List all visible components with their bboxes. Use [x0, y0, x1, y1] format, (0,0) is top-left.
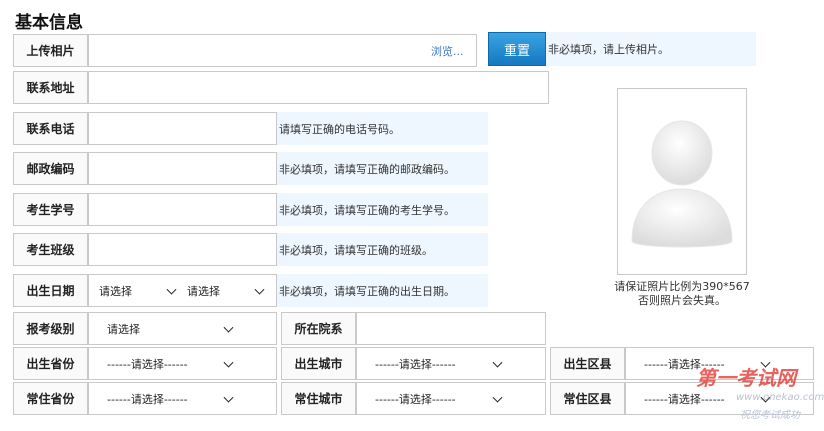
photo-upload-hint: 非必填项，请上传相片。: [546, 32, 756, 66]
chevron-down-icon: [492, 392, 503, 403]
address-input[interactable]: [88, 71, 549, 104]
watermark-slogan: 祝您考试成功: [740, 410, 800, 421]
address-label: 联系地址: [13, 71, 88, 104]
student-no-hint: 非必填项，请填写正确的考生学号。: [277, 193, 488, 226]
birth-province-label: 出生省份: [13, 347, 88, 380]
exam-level-value: 请选择: [107, 322, 140, 336]
chevron-down-icon: [166, 284, 177, 295]
home-district-value: ------请选择------: [644, 392, 725, 406]
phone-input[interactable]: [88, 112, 277, 145]
watermark-url: www.onekao.com: [736, 392, 824, 403]
birth-month-value: 请选择: [187, 284, 220, 298]
phone-label: 联系电话: [13, 112, 88, 145]
birth-province-value: ------请选择------: [107, 357, 188, 371]
postcode-label: 邮政编码: [13, 152, 88, 185]
chevron-down-icon: [223, 357, 234, 368]
chevron-down-icon: [254, 284, 265, 295]
birth-year-select[interactable]: 请选择: [99, 275, 185, 306]
photo-note-line1: 请保证照片比例为390*567: [614, 280, 750, 293]
photo-note: 请保证照片比例为390*567 否则照片会失真。: [596, 280, 768, 308]
birth-month-select[interactable]: 请选择: [187, 275, 273, 306]
chevron-down-icon: [223, 392, 234, 403]
class-hint: 非必填项，请填写正确的班级。: [277, 233, 488, 266]
birth-city-value: ------请选择------: [375, 357, 456, 371]
college-input[interactable]: [356, 312, 546, 345]
home-province-select[interactable]: ------请选择------: [88, 382, 277, 415]
college-label: 所在院系: [281, 312, 356, 345]
postcode-input[interactable]: [88, 152, 277, 185]
reset-button[interactable]: 重置: [488, 32, 546, 66]
birth-district-label: 出生区县: [550, 347, 625, 380]
home-province-value: ------请选择------: [107, 392, 188, 406]
birth-city-label: 出生城市: [281, 347, 356, 380]
photo-file-input[interactable]: 浏览...: [88, 34, 477, 67]
chevron-down-icon: [492, 357, 503, 368]
browse-button[interactable]: 浏览...: [431, 35, 464, 66]
birth-date-box: 请选择 请选择: [88, 274, 277, 307]
photo-preview: [617, 88, 747, 275]
student-no-input[interactable]: [88, 193, 277, 226]
student-no-label: 考生学号: [13, 193, 88, 226]
chevron-down-icon: [223, 322, 234, 333]
home-province-label: 常住省份: [13, 382, 88, 415]
avatar-placeholder-icon: [631, 120, 733, 248]
home-city-value: ------请选择------: [375, 392, 456, 406]
birth-date-hint: 非必填项，请填写正确的出生日期。: [277, 274, 488, 307]
photo-upload-label: 上传相片: [13, 34, 88, 67]
birth-province-select[interactable]: ------请选择------: [88, 347, 277, 380]
class-input[interactable]: [88, 233, 277, 266]
class-label: 考生班级: [13, 233, 88, 266]
home-city-select[interactable]: ------请选择------: [356, 382, 546, 415]
watermark-logo: 第一考试网: [696, 366, 796, 390]
photo-note-line2: 否则照片会失真。: [638, 294, 726, 307]
phone-hint: 请填写正确的电话号码。: [277, 112, 488, 145]
exam-level-label: 报考级别: [13, 312, 88, 345]
section-title: 基本信息: [15, 13, 83, 33]
postcode-hint: 非必填项，请填写正确的邮政编码。: [277, 152, 488, 185]
exam-level-select[interactable]: 请选择: [88, 312, 277, 345]
birth-year-value: 请选择: [99, 284, 132, 298]
home-district-label: 常住区县: [550, 382, 625, 415]
birth-date-label: 出生日期: [13, 274, 88, 307]
home-city-label: 常住城市: [281, 382, 356, 415]
birth-city-select[interactable]: ------请选择------: [356, 347, 546, 380]
